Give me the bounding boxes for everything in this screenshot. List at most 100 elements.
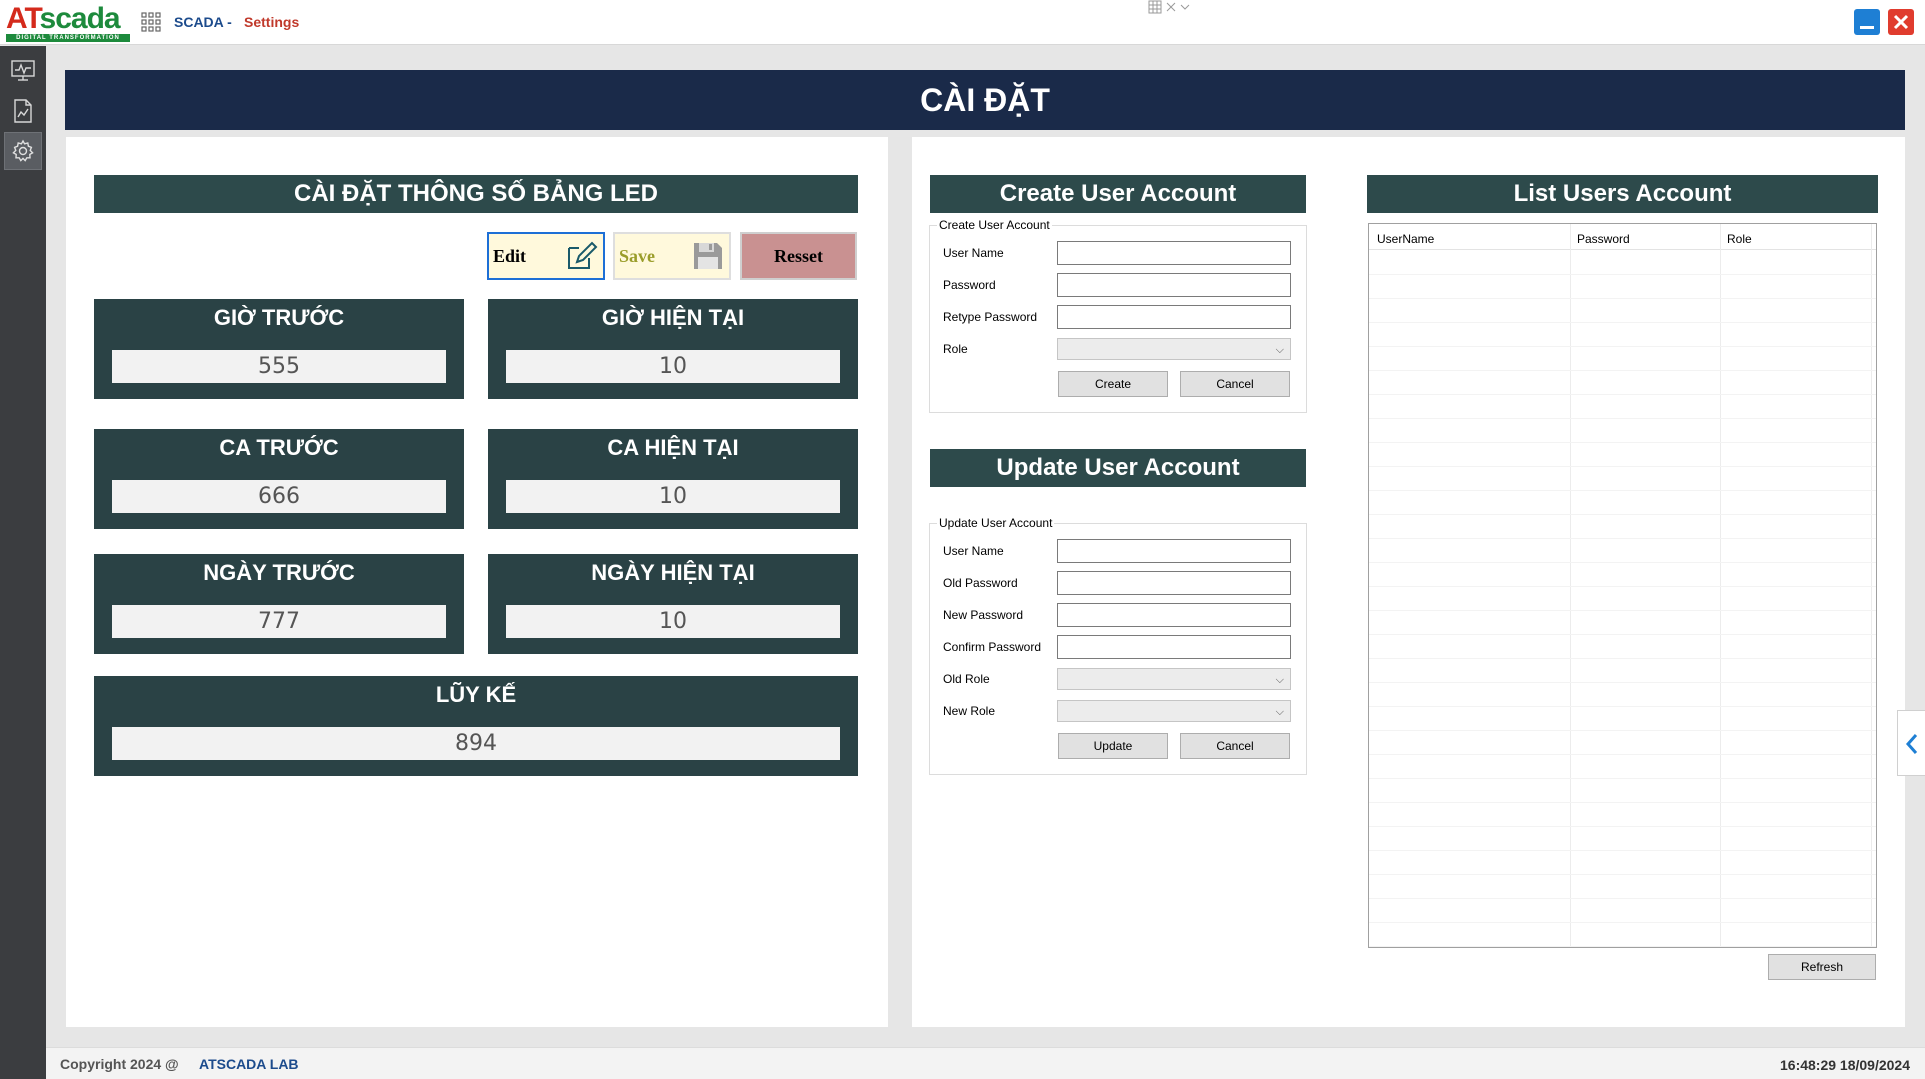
- column-header-username[interactable]: UserName: [1377, 232, 1434, 246]
- create-button[interactable]: Create: [1058, 371, 1168, 397]
- create-user-group-label: Create User Account: [937, 218, 1052, 232]
- led-card-label: NGÀY HIỆN TẠI: [591, 560, 755, 585]
- old-password-label: Old Password: [943, 576, 1018, 590]
- edit-button[interactable]: Edit: [487, 232, 605, 280]
- gear-icon: [12, 139, 34, 162]
- table-row-line: [1369, 394, 1876, 395]
- table-row-line: [1369, 802, 1876, 803]
- sidebar-item-settings[interactable]: [4, 132, 42, 170]
- page-title: Settings: [244, 14, 300, 30]
- create-retype-password-input[interactable]: [1057, 305, 1291, 329]
- table-row-line: [1369, 442, 1876, 443]
- users-list-title: List Users Account: [1367, 175, 1878, 213]
- table-row-line: [1369, 274, 1876, 275]
- chevron-left-icon: [1905, 734, 1918, 754]
- led-card-luy-ke: LŨY KẾ 894: [94, 676, 858, 776]
- led-settings-title: CÀI ĐẶT THÔNG SỐ BẢNG LED: [94, 175, 858, 213]
- edit-pencil-icon: [568, 241, 598, 269]
- layout-toolbar-icon[interactable]: [1148, 0, 1202, 16]
- led-value-field[interactable]: 666: [112, 480, 446, 513]
- reset-button[interactable]: Resset: [740, 232, 857, 280]
- led-card-ca-truoc: CA TRƯỚC 666: [94, 429, 464, 529]
- led-value-field[interactable]: 10: [506, 605, 840, 638]
- chevron-down-icon: ⌵: [1275, 705, 1284, 718]
- table-row-line: [1369, 466, 1876, 467]
- led-value-field[interactable]: 10: [506, 350, 840, 383]
- table-row-line: [1369, 586, 1876, 587]
- users-table-header: UserName Password Role: [1369, 224, 1876, 250]
- table-row-line: [1369, 946, 1876, 947]
- led-value-field[interactable]: 555: [112, 350, 446, 383]
- footer-bar: Copyright 2024 @ ATSCADA LAB 16:48:29 18…: [46, 1047, 1925, 1079]
- left-sidebar: [0, 46, 46, 1079]
- update-button[interactable]: Update: [1058, 733, 1168, 759]
- create-cancel-button[interactable]: Cancel: [1180, 371, 1290, 397]
- copyright-text: Copyright 2024 @: [60, 1056, 179, 1072]
- new-role-label: New Role: [943, 704, 996, 718]
- column-header-password[interactable]: Password: [1577, 232, 1630, 246]
- retype-password-label: Retype Password: [943, 310, 1038, 324]
- new-role-select[interactable]: ⌵: [1057, 700, 1291, 722]
- chevron-down-icon: ⌵: [1275, 343, 1284, 356]
- table-row-line: [1369, 298, 1876, 299]
- create-password-input[interactable]: [1057, 273, 1291, 297]
- atscada-logo: ATscada DIGITAL TRANSFORMATION: [6, 2, 130, 42]
- table-row-line: [1369, 898, 1876, 899]
- led-card-label: CA TRƯỚC: [219, 435, 339, 460]
- close-button[interactable]: [1888, 9, 1914, 35]
- update-username-input[interactable]: [1057, 539, 1291, 563]
- table-row-line: [1369, 682, 1876, 683]
- led-value-field[interactable]: 777: [112, 605, 446, 638]
- collapse-panel-tab[interactable]: [1897, 710, 1925, 776]
- led-card-label: LŨY KẾ: [435, 682, 517, 707]
- table-row-line: [1369, 370, 1876, 371]
- create-username-input[interactable]: [1057, 241, 1291, 265]
- password-label: Password: [943, 278, 996, 292]
- table-row-line: [1369, 850, 1876, 851]
- confirm-password-input[interactable]: [1057, 635, 1291, 659]
- table-row-line: [1369, 322, 1876, 323]
- update-user-group-label: Update User Account: [937, 516, 1055, 530]
- monitor-icon: [11, 60, 35, 81]
- table-row-line: [1369, 346, 1876, 347]
- chevron-down-icon: ⌵: [1275, 673, 1284, 686]
- new-password-input[interactable]: [1057, 603, 1291, 627]
- clock-text: 16:48:29 18/09/2024: [1780, 1057, 1910, 1073]
- old-role-label: Old Role: [943, 672, 990, 686]
- table-row-line: [1369, 778, 1876, 779]
- table-row-line: [1369, 634, 1876, 635]
- apps-grid-icon[interactable]: [141, 12, 161, 32]
- old-role-select[interactable]: ⌵: [1057, 668, 1291, 690]
- table-row-line: [1369, 610, 1876, 611]
- minimize-button[interactable]: [1854, 9, 1880, 35]
- table-row-line: [1369, 418, 1876, 419]
- confirm-password-label: Confirm Password: [943, 640, 1042, 654]
- table-row-line: [1369, 538, 1876, 539]
- update-cancel-button[interactable]: Cancel: [1180, 733, 1290, 759]
- save-button-label: Save: [619, 245, 655, 266]
- led-card-label: CA HIỆN TẠI: [607, 435, 739, 460]
- create-user-title: Create User Account: [930, 175, 1306, 213]
- table-row-line: [1369, 730, 1876, 731]
- logo-text-at: AT: [6, 2, 41, 35]
- led-card-gio-hien-tai: GIỜ HIỆN TẠI 10: [488, 299, 858, 399]
- create-role-select[interactable]: ⌵: [1057, 338, 1291, 360]
- table-row-line: [1369, 658, 1876, 659]
- sidebar-item-report[interactable]: [4, 92, 42, 130]
- edit-button-label: Edit: [493, 245, 527, 266]
- led-value-field[interactable]: 894: [112, 727, 840, 760]
- username-label: User Name: [943, 246, 1004, 260]
- app-title: SCADA -: [174, 14, 232, 30]
- update-user-title: Update User Account: [930, 449, 1306, 487]
- refresh-button[interactable]: Refresh: [1768, 954, 1876, 980]
- led-value-field[interactable]: 10: [506, 480, 840, 513]
- save-button[interactable]: Save: [613, 232, 731, 280]
- table-row-line: [1369, 826, 1876, 827]
- atscada-lab-link[interactable]: ATSCADA LAB: [199, 1056, 299, 1072]
- led-card-ngay-truoc: NGÀY TRƯỚC 777: [94, 554, 464, 654]
- sidebar-item-monitor[interactable]: [4, 52, 42, 90]
- column-header-role[interactable]: Role: [1727, 232, 1752, 246]
- update-username-label: User Name: [943, 544, 1004, 558]
- users-table[interactable]: UserName Password Role: [1368, 223, 1877, 948]
- old-password-input[interactable]: [1057, 571, 1291, 595]
